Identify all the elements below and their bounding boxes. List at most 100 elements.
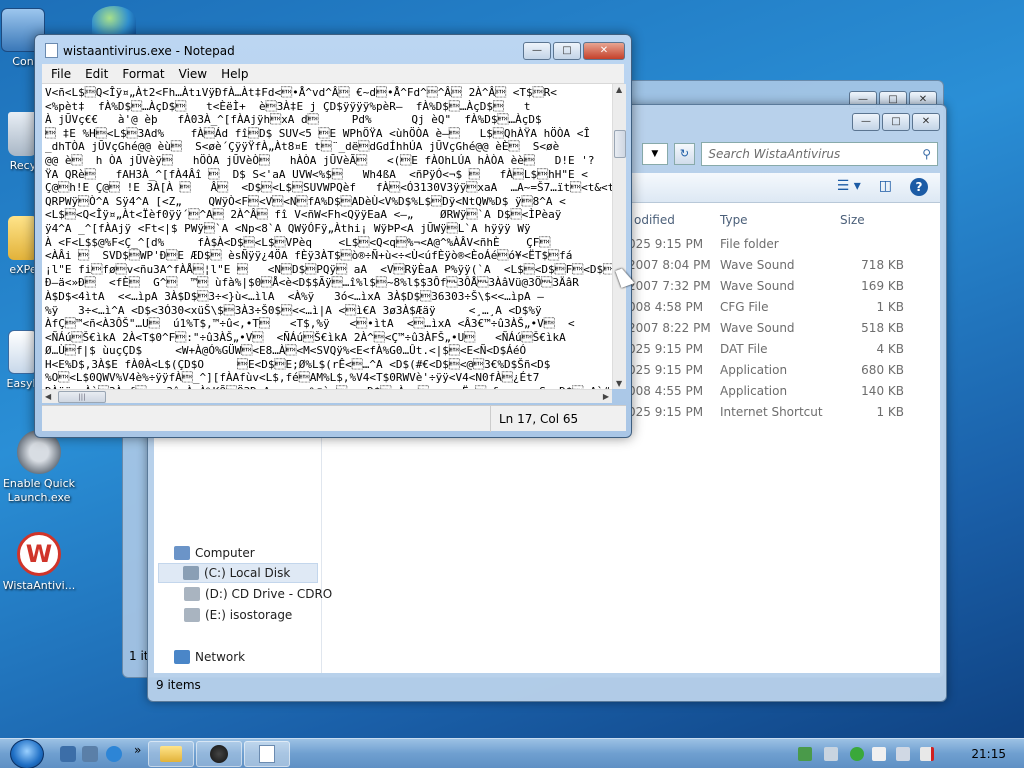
column-header-modified[interactable]: odified — [634, 213, 675, 227]
file-size: 140 KB — [861, 384, 904, 398]
nav-item-cd-drive[interactable]: (D:) CD Drive - CDRO — [184, 584, 332, 604]
file-row[interactable]: 008 4:58 PM CFG File 1 KB — [628, 300, 928, 321]
minimize-button[interactable]: — — [523, 42, 551, 60]
menu-edit[interactable]: Edit — [80, 67, 113, 81]
vertical-scrollbar[interactable]: ▲ ▼ — [612, 84, 626, 389]
desktop-icon-wistaantivirus[interactable]: W WistaAntivi... — [2, 532, 76, 593]
file-type: DAT File — [720, 342, 768, 356]
close-button[interactable]: ✕ — [912, 113, 940, 131]
preview-pane-icon[interactable]: ◫ — [879, 178, 892, 196]
file-type: Wave Sound — [720, 258, 795, 272]
desktop-icon-enable-quick-launch[interactable]: Enable Quick Launch.exe — [2, 430, 76, 505]
internet-explorer-icon[interactable] — [106, 746, 122, 762]
nav-item-label: (C:) Local Disk — [204, 566, 291, 580]
file-type: File folder — [720, 237, 779, 251]
desktop-icon-label: Recy — [9, 159, 37, 172]
clock[interactable]: 21:15 — [971, 739, 1006, 768]
refresh-button[interactable]: ↻ — [673, 143, 696, 165]
show-desktop-icon[interactable] — [60, 746, 76, 762]
column-header-size[interactable]: Size — [840, 213, 865, 227]
file-row[interactable]: 025 9:15 PM Application 680 KB — [628, 363, 928, 384]
file-row[interactable]: 025 9:15 PM DAT File 4 KB — [628, 342, 928, 363]
switch-windows-icon[interactable] — [82, 746, 98, 762]
scroll-up-icon[interactable]: ▲ — [616, 85, 622, 94]
network-icon — [174, 650, 190, 664]
nav-item-local-disk[interactable]: (C:) Local Disk — [158, 563, 318, 583]
menu-bar: File Edit Format View Help — [42, 64, 624, 84]
file-row[interactable]: 025 9:15 PM File folder — [628, 237, 928, 258]
taskbar-notepad-button[interactable] — [244, 741, 290, 767]
computer-icon — [174, 546, 190, 560]
disk-icon — [184, 608, 200, 622]
file-date: 025 9:15 PM — [628, 405, 704, 419]
file-size: 1 KB — [876, 300, 904, 314]
taskbar-explorer-button[interactable] — [148, 741, 194, 767]
folder-icon — [160, 746, 182, 762]
nav-item-isostorage[interactable]: (E:) isostorage — [184, 605, 292, 625]
file-date: 025 9:15 PM — [628, 363, 704, 377]
menu-help[interactable]: Help — [216, 67, 253, 81]
display-tray-icon[interactable] — [896, 747, 910, 761]
file-type: Application — [720, 384, 788, 398]
notepad-icon — [45, 43, 58, 58]
file-date: 2007 8:22 PM — [628, 321, 711, 335]
status-bar: 9 items — [154, 673, 940, 697]
nav-item-computer[interactable]: Computer — [174, 543, 255, 563]
network-tray-icon[interactable] — [798, 747, 812, 761]
window-caption-buttons: — □ ✕ — [523, 42, 625, 60]
horizontal-scrollbar[interactable]: ◀ ||| ▶ — [42, 389, 612, 403]
text-area[interactable]: V<ñ<L$Q<Îÿ¤„Àt2<Fh…ÀtıVÿÐfÀ…Àt‡Fd<•Å^v… — [42, 84, 612, 389]
maximize-button[interactable]: □ — [882, 113, 910, 131]
view-options-icon[interactable]: ☰ ▾ — [837, 178, 861, 196]
file-type: Application — [720, 363, 788, 377]
volume-muted-icon[interactable] — [920, 747, 934, 761]
start-button[interactable] — [10, 739, 44, 768]
globe-icon[interactable] — [92, 6, 136, 36]
maximize-button[interactable]: □ — [553, 42, 581, 60]
nav-item-label: Computer — [195, 546, 255, 560]
wistaantivirus-icon: W — [17, 532, 61, 576]
minimize-button[interactable]: — — [852, 113, 880, 131]
scrollbar-thumb[interactable]: ||| — [58, 391, 106, 403]
file-size: 169 KB — [861, 279, 904, 293]
window-title: wistaantivirus.exe - Notepad — [63, 44, 235, 58]
menu-format[interactable]: Format — [117, 67, 169, 81]
help-icon[interactable]: ? — [910, 178, 928, 196]
file-size: 680 KB — [861, 363, 904, 377]
status-bar: Ln 17, Col 65 — [42, 405, 626, 432]
file-row[interactable]: 025 9:15 PM Internet Shortcut 1 KB — [628, 405, 928, 426]
close-button[interactable]: ✕ — [583, 42, 625, 60]
scroll-left-icon[interactable]: ◀ — [45, 392, 51, 401]
nav-item-network[interactable]: Network — [174, 647, 245, 667]
search-placeholder: Search WistaAntivirus — [708, 147, 841, 161]
window-caption-buttons: — □ ✕ — [852, 113, 940, 131]
file-date: 025 9:15 PM — [628, 237, 704, 251]
file-row[interactable]: 008 4:55 PM Application 140 KB — [628, 384, 928, 405]
file-type: Wave Sound — [720, 279, 795, 293]
file-row[interactable]: 2007 8:22 PM Wave Sound 518 KB — [628, 321, 928, 342]
tray-icon-2[interactable] — [824, 747, 838, 761]
menu-file[interactable]: File — [46, 67, 76, 81]
file-date: 008 4:58 PM — [628, 300, 704, 314]
scroll-down-icon[interactable]: ▼ — [616, 379, 622, 388]
file-date: 008 4:55 PM — [628, 384, 704, 398]
scrollbar-thumb[interactable] — [614, 130, 626, 158]
file-date: 2007 8:04 PM — [628, 258, 711, 272]
security-tray-icon[interactable] — [850, 747, 864, 761]
nav-item-label: Network — [195, 650, 246, 664]
file-row[interactable]: 2007 8:04 PM Wave Sound 718 KB — [628, 258, 928, 279]
taskbar-media-button[interactable] — [196, 741, 242, 767]
file-size: 518 KB — [861, 321, 904, 335]
flag-icon[interactable] — [872, 747, 886, 761]
notepad-icon — [259, 745, 275, 763]
menu-view[interactable]: View — [174, 67, 212, 81]
file-row[interactable]: 2007 7:32 PM Wave Sound 169 KB — [628, 279, 928, 300]
quick-launch-more[interactable]: » — [134, 743, 141, 757]
desktop-icon-label: Enable Quick Launch.exe — [2, 477, 76, 504]
column-header-type[interactable]: Type — [720, 213, 748, 227]
search-input[interactable]: Search WistaAntivirus ⚲ — [701, 142, 938, 166]
notepad-window[interactable]: wistaantivirus.exe - Notepad — □ ✕ File … — [34, 34, 632, 438]
address-dropdown-button[interactable]: ▼ — [642, 143, 668, 165]
desktop-icon-label: eXPe — [9, 263, 37, 276]
scroll-right-icon[interactable]: ▶ — [603, 392, 609, 401]
